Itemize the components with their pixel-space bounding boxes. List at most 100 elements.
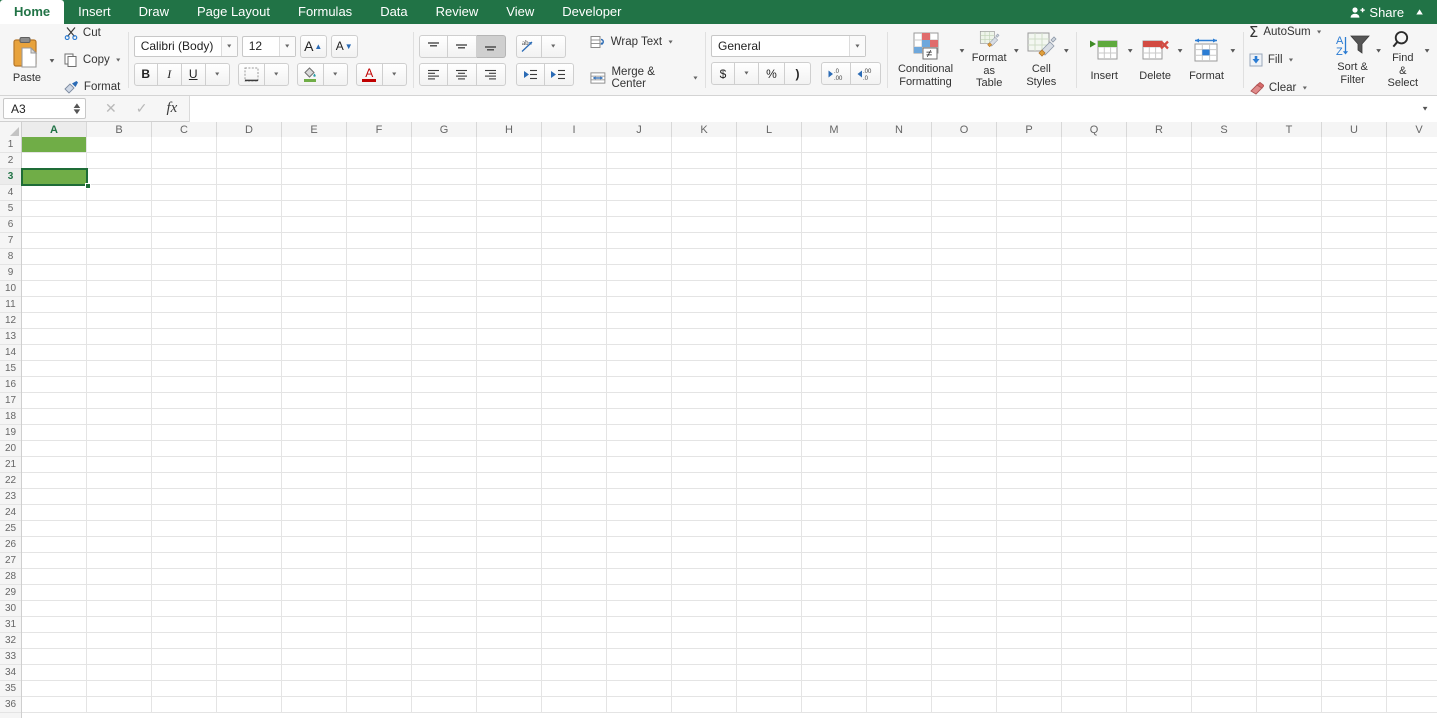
check-icon[interactable]: ✓ (136, 100, 148, 117)
cell-i9[interactable] (542, 265, 607, 281)
cell-o21[interactable] (932, 457, 997, 473)
cell-u19[interactable] (1322, 425, 1387, 441)
cell-i27[interactable] (542, 553, 607, 569)
cell-d32[interactable] (217, 633, 282, 649)
cell-h2[interactable] (477, 153, 542, 169)
cell-a12[interactable] (22, 313, 87, 329)
cell-q31[interactable] (1062, 617, 1127, 633)
decrease-font-size-button[interactable]: A ▼ (330, 34, 358, 58)
cell-t15[interactable] (1257, 361, 1322, 377)
orientation-dropdown-button[interactable]: ▼ (541, 34, 566, 58)
cell-t11[interactable] (1257, 297, 1322, 313)
cell-k19[interactable] (672, 425, 737, 441)
cell-k13[interactable] (672, 329, 737, 345)
cell-h12[interactable] (477, 313, 542, 329)
cell-c16[interactable] (152, 377, 217, 393)
cell-q27[interactable] (1062, 553, 1127, 569)
cell-q15[interactable] (1062, 361, 1127, 377)
cell-u1[interactable] (1322, 137, 1387, 153)
cell-j10[interactable] (607, 281, 672, 297)
cell-b20[interactable] (87, 441, 152, 457)
cell-e22[interactable] (282, 473, 347, 489)
cell-t36[interactable] (1257, 697, 1322, 713)
borders-button[interactable] (237, 62, 265, 86)
cell-l5[interactable] (737, 201, 802, 217)
cell-p3[interactable] (997, 169, 1062, 185)
cell-b29[interactable] (87, 585, 152, 601)
cell-q14[interactable] (1062, 345, 1127, 361)
cell-a14[interactable] (22, 345, 87, 361)
cell-l33[interactable] (737, 649, 802, 665)
cell-n30[interactable] (867, 601, 932, 617)
cell-p26[interactable] (997, 537, 1062, 553)
cell-i8[interactable] (542, 249, 607, 265)
cell-l4[interactable] (737, 185, 802, 201)
row-header-10[interactable]: 10 (0, 281, 21, 297)
wrap-text-dropdown-caret[interactable]: ▼ (667, 39, 674, 44)
cell-f1[interactable] (347, 137, 412, 153)
cell-r20[interactable] (1127, 441, 1192, 457)
cell-s27[interactable] (1192, 553, 1257, 569)
cell-p30[interactable] (997, 601, 1062, 617)
cell-f21[interactable] (347, 457, 412, 473)
cell-n16[interactable] (867, 377, 932, 393)
cell-v3[interactable] (1387, 169, 1437, 185)
cell-j5[interactable] (607, 201, 672, 217)
cell-i35[interactable] (542, 681, 607, 697)
cell-j15[interactable] (607, 361, 672, 377)
cell-a27[interactable] (22, 553, 87, 569)
cell-q2[interactable] (1062, 153, 1127, 169)
cell-e29[interactable] (282, 585, 347, 601)
cell-o36[interactable] (932, 697, 997, 713)
column-header-v[interactable]: V (1387, 122, 1437, 137)
cell-o2[interactable] (932, 153, 997, 169)
column-header-n[interactable]: N (867, 122, 932, 137)
cell-e2[interactable] (282, 153, 347, 169)
cell-l19[interactable] (737, 425, 802, 441)
align-center-button[interactable] (447, 62, 477, 86)
cell-p5[interactable] (997, 201, 1062, 217)
cell-c24[interactable] (152, 505, 217, 521)
cell-q33[interactable] (1062, 649, 1127, 665)
orientation-button[interactable]: ab (515, 34, 542, 58)
align-right-button[interactable] (476, 62, 506, 86)
cell-l2[interactable] (737, 153, 802, 169)
cell-h1[interactable] (477, 137, 542, 153)
row-header-19[interactable]: 19 (0, 425, 21, 441)
cell-q29[interactable] (1062, 585, 1127, 601)
cell-t34[interactable] (1257, 665, 1322, 681)
cell-l32[interactable] (737, 633, 802, 649)
cell-j23[interactable] (607, 489, 672, 505)
cell-f2[interactable] (347, 153, 412, 169)
decrease-indent-button[interactable] (515, 62, 545, 86)
cell-s14[interactable] (1192, 345, 1257, 361)
clear-dropdown-caret[interactable]: ▼ (1301, 85, 1308, 90)
cell-m8[interactable] (802, 249, 867, 265)
cell-a32[interactable] (22, 633, 87, 649)
cell-g16[interactable] (412, 377, 477, 393)
cell-i33[interactable] (542, 649, 607, 665)
cell-j24[interactable] (607, 505, 672, 521)
cell-p24[interactable] (997, 505, 1062, 521)
cell-h25[interactable] (477, 521, 542, 537)
row-header-5[interactable]: 5 (0, 201, 21, 217)
cell-r2[interactable] (1127, 153, 1192, 169)
cell-t2[interactable] (1257, 153, 1322, 169)
cell-d4[interactable] (217, 185, 282, 201)
cell-j21[interactable] (607, 457, 672, 473)
tab-home[interactable]: Home (0, 0, 65, 24)
column-header-o[interactable]: O (932, 122, 997, 137)
cell-e3[interactable] (282, 169, 347, 185)
cell-q6[interactable] (1062, 217, 1127, 233)
cell-n20[interactable] (867, 441, 932, 457)
cell-v22[interactable] (1387, 473, 1437, 489)
cell-l14[interactable] (737, 345, 802, 361)
cell-l8[interactable] (737, 249, 802, 265)
cell-n33[interactable] (867, 649, 932, 665)
cell-k34[interactable] (672, 665, 737, 681)
cell-a18[interactable] (22, 409, 87, 425)
cell-a29[interactable] (22, 585, 87, 601)
cell-r22[interactable] (1127, 473, 1192, 489)
cell-e19[interactable] (282, 425, 347, 441)
cell-i31[interactable] (542, 617, 607, 633)
